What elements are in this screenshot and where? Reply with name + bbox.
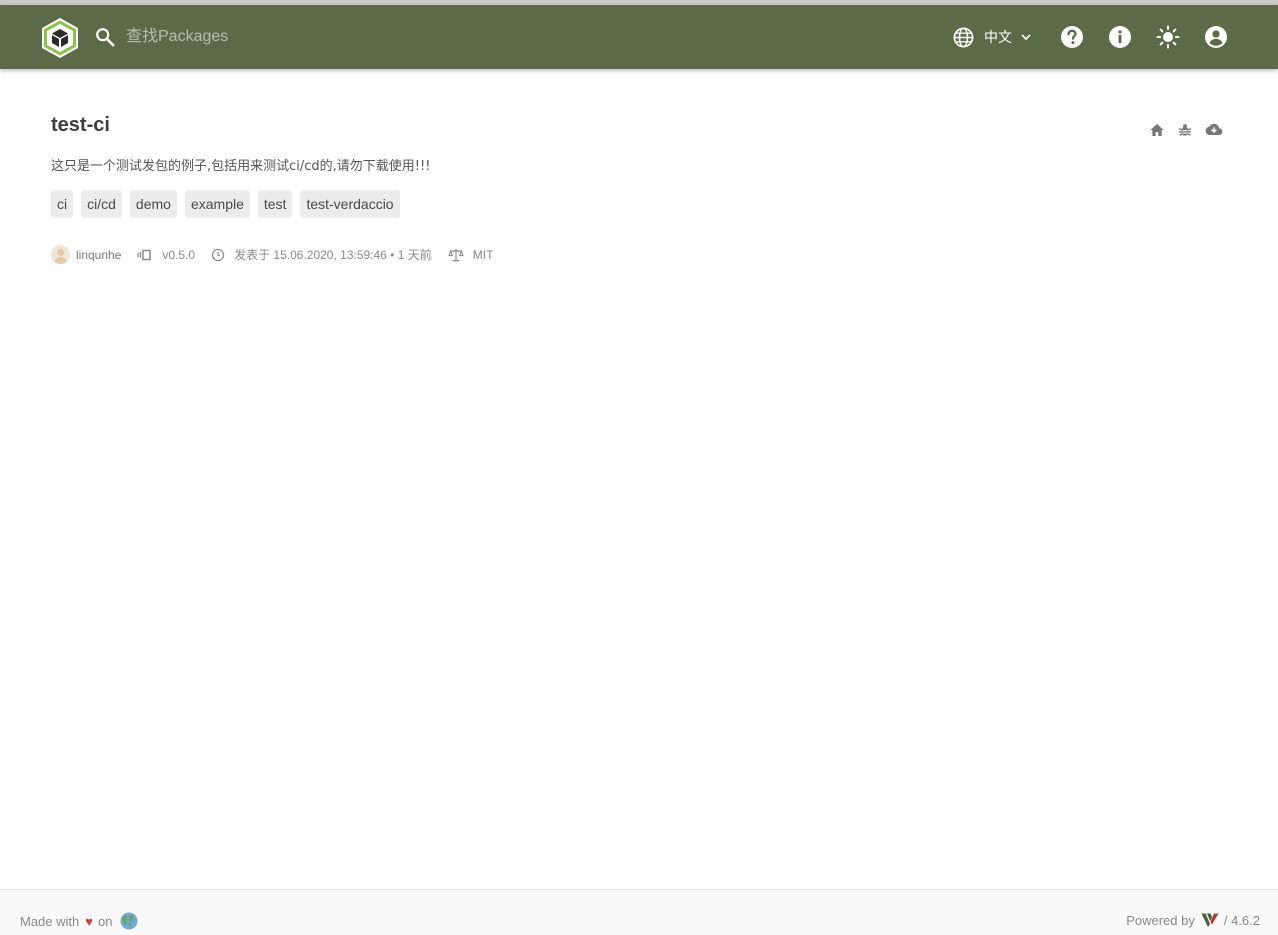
keyword-tag[interactable]: example [184,190,250,218]
keyword-tag[interactable]: ci/cd [81,190,122,218]
footer-powered-by: Powered by / 4.6.2 [1126,912,1260,928]
author-name[interactable]: linqunhe [76,248,121,262]
keyword-tag[interactable]: demo [129,190,177,218]
language-switcher[interactable]: 中文 [952,23,1034,51]
verdaccio-logo-icon[interactable] [41,17,79,59]
on-text: on [97,913,113,929]
keyword-tag[interactable]: test [257,190,293,218]
bug-icon[interactable] [1177,122,1193,138]
keyword-tag[interactable]: test-verdaccio [300,190,400,218]
license-label: MIT [472,247,494,262]
license-scale-icon [448,248,464,261]
footer: Made with ♥ on Powered by / 4.6.2 [0,889,1278,935]
version-label: v0.5.0 [162,247,196,262]
earth-globe-icon[interactable] [120,912,138,930]
language-label: 中文 [984,29,1012,45]
version-icon [137,249,152,260]
made-with-text: Made with [20,913,80,929]
verdaccio-v-logo-icon[interactable] [1201,912,1219,928]
search-icon[interactable] [94,26,116,48]
clock-icon [211,248,225,261]
package-description: 这只是一个测试发包的例子,包括用来测试ci/cd的,请勿下载使用!!! [51,159,431,174]
globe-icon [953,27,974,47]
theme-light-icon[interactable] [1156,25,1180,49]
package-actions [1149,122,1223,138]
avatar [51,245,70,264]
published-date: 发表于 15.06.2020, 13:59:46 • 1 天前 [234,248,432,262]
help-icon[interactable] [1060,25,1084,49]
heart-icon: ♥ [85,913,93,929]
package-meta: linqunhe v0.5.0 发表于 15.06.2020, 13:59:46… [51,245,493,264]
footer-made-with: Made with ♥ on [20,912,138,930]
account-icon[interactable] [1204,25,1228,49]
home-icon[interactable] [1149,122,1165,138]
powered-by-version: / 4.6.2 [1223,912,1260,928]
package-name: test-ci [51,114,110,136]
search-input[interactable] [126,23,426,51]
keyword-list: ci ci/cd demo example test test-verdacci… [51,190,400,218]
app-header: 中文 [0,5,1278,69]
cloud-download-icon[interactable] [1205,122,1223,138]
chevron-down-icon [1021,34,1031,41]
info-icon[interactable] [1108,25,1132,49]
keyword-tag[interactable]: ci [51,190,74,218]
powered-by-text: Powered by [1126,912,1195,928]
